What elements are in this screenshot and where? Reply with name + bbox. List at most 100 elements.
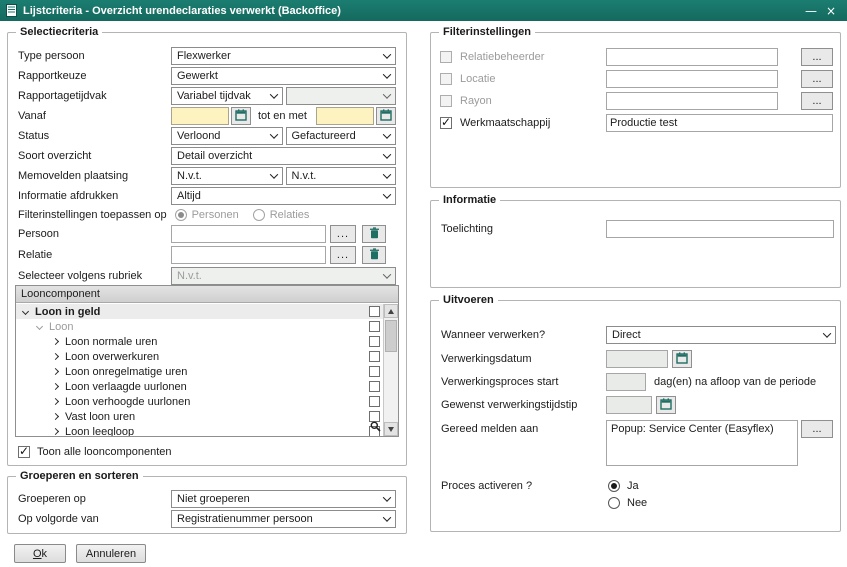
proces-ja-label: Ja [627, 480, 639, 492]
soort-overzicht-select[interactable]: Detail overzicht [171, 147, 396, 165]
verwerkingsproces-start-suffix: dag(en) na afloop van de periode [654, 376, 816, 388]
row-gereed-melden: Gereed melden aan Popup: Service Center … [431, 420, 840, 468]
tree-item-loon[interactable]: Loon [16, 319, 383, 334]
gereed-melden-more-button[interactable]: ... [801, 420, 833, 438]
tree-item-checkbox[interactable] [369, 366, 380, 377]
persoon-clear-button[interactable] [362, 225, 386, 243]
memovelden-select-2[interactable]: N.v.t. [286, 167, 397, 185]
proces-nee-radio[interactable] [608, 497, 620, 509]
close-button[interactable]: × [821, 4, 841, 18]
tree-item-checkbox[interactable] [369, 321, 380, 332]
proces-ja-radio[interactable] [608, 480, 620, 492]
tree-item-checkbox[interactable] [369, 306, 380, 317]
tree-item-checkbox[interactable] [369, 396, 380, 407]
looncomponent-tree: Looncomponent Loon in geld Loon Loon nor… [15, 285, 399, 437]
chevron-collapsed-icon[interactable] [52, 383, 59, 390]
tot-en-met-calendar-button[interactable] [376, 107, 396, 125]
relatiebeheerder-more-button[interactable]: ... [801, 48, 833, 66]
row-vanaf: Vanaf tot en met [18, 107, 396, 125]
vanaf-date-input[interactable] [171, 107, 229, 125]
scroll-down-button[interactable] [384, 422, 398, 436]
vanaf-calendar-button[interactable] [231, 107, 251, 125]
rapportkeuze-select[interactable]: Gewerkt [171, 67, 396, 85]
chevron-collapsed-icon[interactable] [52, 338, 59, 345]
chevron-expanded-icon[interactable] [22, 308, 29, 315]
tree-item-loon-onregelmatige-uren[interactable]: Loon onregelmatige uren [16, 364, 383, 379]
relatie-input[interactable] [171, 246, 326, 264]
calendar-icon [676, 352, 688, 366]
memovelden-label: Memovelden plaatsing [18, 170, 171, 182]
wanneer-verwerken-select[interactable]: Direct [606, 326, 836, 344]
chevron-down-icon [383, 90, 391, 98]
chevron-collapsed-icon[interactable] [52, 353, 59, 360]
verwerkingsdatum-calendar-button[interactable] [672, 350, 692, 368]
tree-item-loon-in-geld[interactable]: Loon in geld [16, 304, 383, 319]
werkmaatschappij-checkbox[interactable] [440, 117, 452, 129]
ok-button[interactable]: Ok [14, 544, 66, 563]
groeperen-op-value: Niet groeperen [177, 493, 380, 505]
rayon-input [606, 92, 778, 110]
chevron-collapsed-icon[interactable] [52, 368, 59, 375]
memovelden-value: N.v.t. [177, 170, 267, 182]
tree-item-loon-leegloop[interactable]: Loon leegloop [16, 424, 383, 436]
groupbox-title: Informatie [439, 194, 500, 207]
annuleren-button-label: Annuleren [86, 548, 136, 560]
toelichting-input[interactable] [606, 220, 834, 238]
verwerkingsproces-start-input[interactable] [606, 373, 646, 391]
informatie-afdrukken-select[interactable]: Altijd [171, 187, 396, 205]
groupbox-title: Selectiecriteria [16, 26, 102, 39]
gewenst-tijdstip-calendar-button[interactable] [656, 396, 676, 414]
relatie-more-button[interactable]: ... [330, 246, 356, 264]
tree-item-loon-normale-uren[interactable]: Loon normale uren [16, 334, 383, 349]
relatie-clear-button[interactable] [362, 246, 386, 264]
groupbox-groeperen: Groeperen en sorteren Groeperen op Niet … [7, 476, 407, 534]
rapportagetijdvak-select[interactable]: Variabel tijdvak [171, 87, 283, 105]
tree-header: Looncomponent [16, 286, 398, 303]
memovelden-select[interactable]: N.v.t. [171, 167, 283, 185]
volgorde-select[interactable]: Registratienummer persoon [171, 510, 396, 528]
groupbox-informatie: Informatie Toelichting [430, 200, 841, 288]
chevron-down-icon [269, 130, 277, 138]
row-gewenst-tijdstip: Gewenst verwerkingstijdstip [431, 396, 840, 416]
chevron-collapsed-icon[interactable] [52, 398, 59, 405]
scrollbar-thumb[interactable] [385, 320, 397, 352]
locatie-more-button[interactable]: ... [801, 70, 833, 88]
chevron-collapsed-icon[interactable] [52, 413, 59, 420]
chevron-expanded-icon[interactable] [36, 323, 43, 330]
tree-item-checkbox[interactable] [369, 381, 380, 392]
tree-item-checkbox[interactable] [369, 336, 380, 347]
gereed-melden-textarea[interactable]: Popup: Service Center (Easyflex) [606, 420, 798, 466]
toelichting-label: Toelichting [441, 223, 493, 235]
status-select-2[interactable]: Gefactureerd [286, 127, 397, 145]
rubriek-label: Selecteer volgens rubriek [18, 270, 171, 282]
chevron-down-icon [383, 190, 391, 198]
vanaf-label: Vanaf [18, 110, 171, 122]
tree-scrollbar[interactable] [383, 304, 398, 436]
groeperen-op-select[interactable]: Niet groeperen [171, 490, 396, 508]
tree-item-loon-verhoogde-uurlonen[interactable]: Loon verhoogde uurlonen [16, 394, 383, 409]
annuleren-button[interactable]: Annuleren [76, 544, 146, 563]
status-select[interactable]: Verloond [171, 127, 283, 145]
scroll-up-button[interactable] [384, 304, 398, 318]
tree-item-checkbox[interactable] [369, 351, 380, 362]
werkmaatschappij-input[interactable] [606, 114, 833, 132]
tot-en-met-date-input[interactable] [316, 107, 374, 125]
chevron-collapsed-icon[interactable] [52, 428, 59, 435]
chevron-down-icon [383, 130, 391, 138]
persoon-more-button[interactable]: ... [330, 225, 356, 243]
rayon-more-button[interactable]: ... [801, 92, 833, 110]
verwerkingsdatum-input [606, 350, 668, 368]
toon-alle-checkbox[interactable] [18, 446, 30, 458]
persoon-input[interactable] [171, 225, 326, 243]
minimize-button[interactable]: — [801, 4, 821, 18]
tree-item-vast-loon-uren[interactable]: Vast loon uren [16, 409, 383, 424]
type-persoon-select[interactable]: Flexwerker [171, 47, 396, 65]
personen-radio [175, 209, 187, 221]
row-verwerkingsdatum: Verwerkingsdatum [431, 350, 840, 370]
verwerkingsdatum-label: Verwerkingsdatum [441, 353, 532, 365]
search-icon[interactable] [370, 421, 381, 435]
tree-item-loon-verlaagde-uurlonen[interactable]: Loon verlaagde uurlonen [16, 379, 383, 394]
tree-item-loon-overwerkuren[interactable]: Loon overwerkuren [16, 349, 383, 364]
wanneer-verwerken-label: Wanneer verwerken? [441, 329, 545, 341]
row-toon-alle: Toon alle looncomponenten [18, 443, 396, 461]
